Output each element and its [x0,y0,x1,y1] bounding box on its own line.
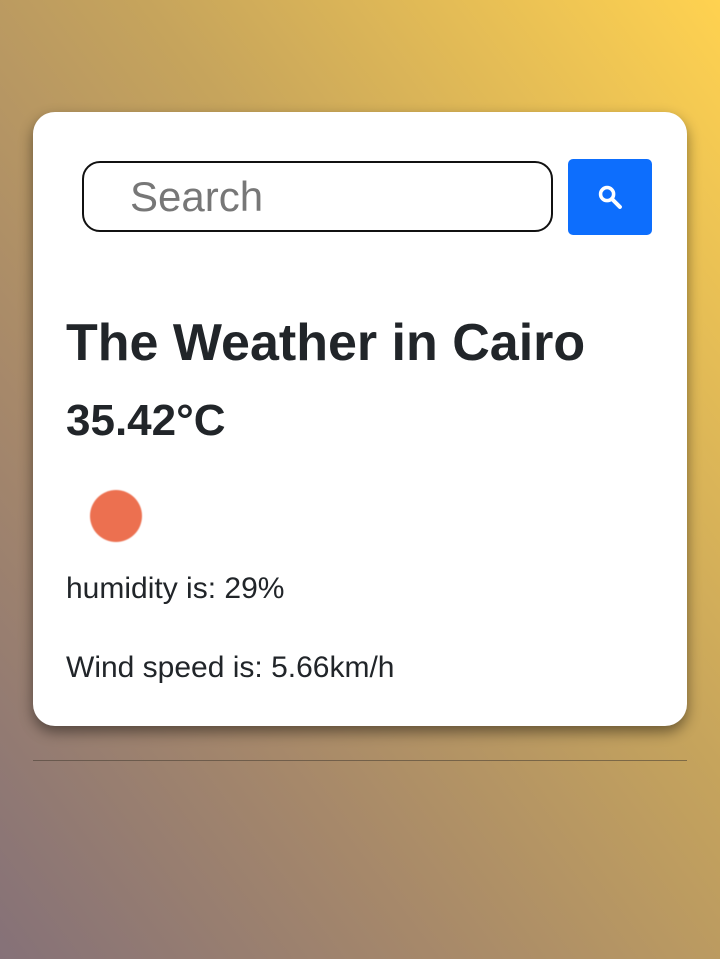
wind-speed-text: Wind speed is: 5.66km/h [66,651,395,684]
divider [33,760,687,761]
humidity-text: humidity is: 29% [66,572,285,605]
search-input[interactable] [82,161,553,232]
temperature: 35.42°C [66,396,226,445]
search-icon [598,185,622,209]
weather-card: The Weather in Cairo 35.42°C humidity is… [33,112,687,726]
city-title: The Weather in Cairo [66,314,586,372]
sun-icon [90,490,142,542]
search-button[interactable] [568,159,652,235]
